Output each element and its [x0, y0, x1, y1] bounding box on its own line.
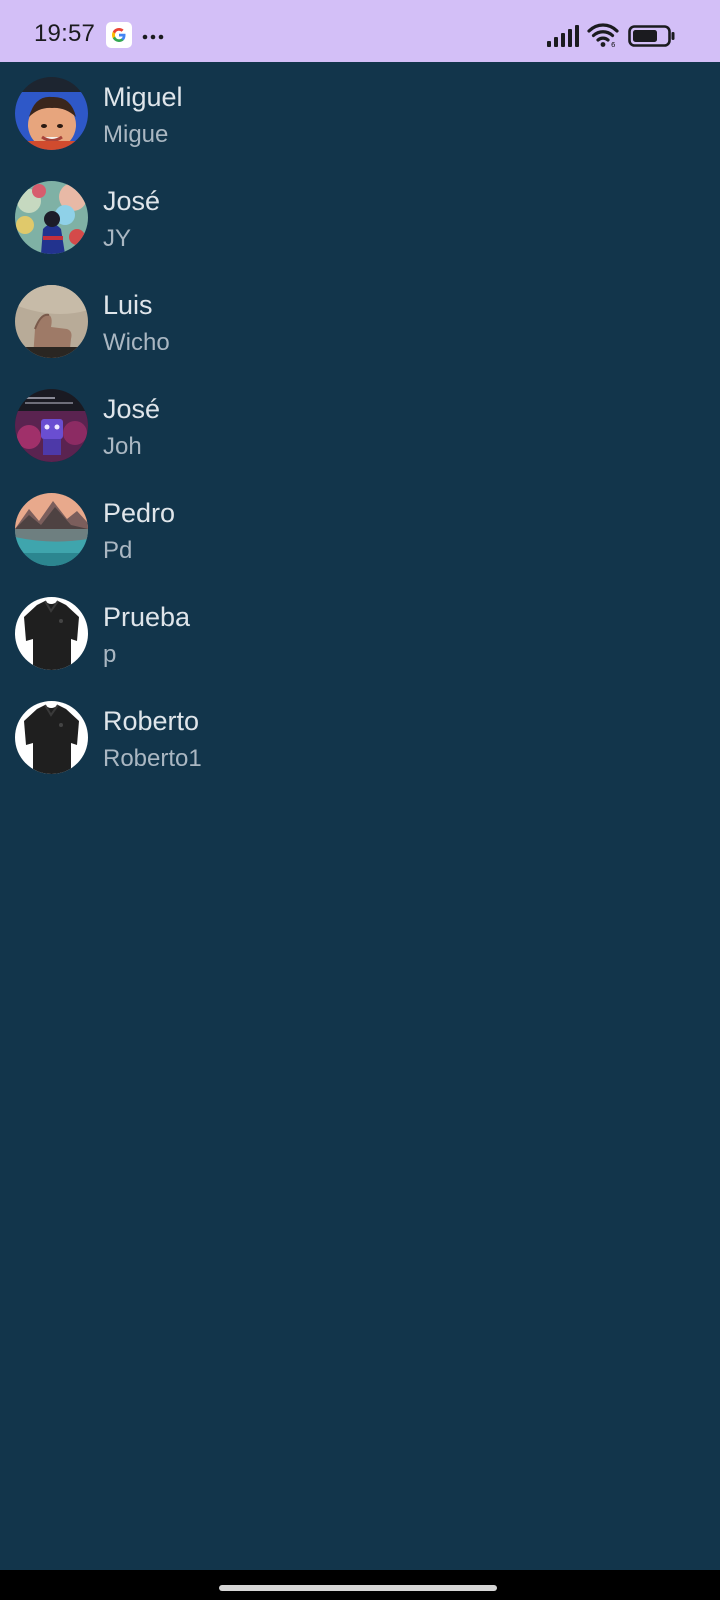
contact-username: Roberto1: [103, 745, 202, 772]
contact-list: Miguel Migue José JY Luis Wicho José Joh…: [0, 76, 720, 804]
avatar: [15, 701, 88, 774]
avatar: [15, 493, 88, 566]
wifi-icon: 6: [587, 22, 619, 53]
svg-text:6: 6: [611, 41, 616, 48]
avatar: [15, 285, 88, 358]
status-time: 19:57: [34, 20, 96, 47]
battery-icon: [628, 25, 676, 52]
avatar: [15, 77, 88, 150]
contact-name: José: [103, 394, 161, 424]
contact-name: Luis: [103, 290, 153, 320]
list-item[interactable]: José Joh: [0, 388, 720, 492]
status-bar: 19:57 6: [0, 0, 720, 62]
contact-name: José: [103, 186, 161, 216]
contact-username: p: [103, 641, 117, 668]
list-item[interactable]: Roberto Roberto1: [0, 700, 720, 804]
avatar: [15, 181, 88, 254]
avatar: [15, 389, 88, 462]
list-item[interactable]: José JY: [0, 180, 720, 284]
contact-username: Wicho: [103, 329, 170, 356]
home-indicator[interactable]: [219, 1585, 497, 1591]
contact-name: Roberto: [103, 706, 200, 736]
list-item[interactable]: Miguel Migue: [0, 76, 720, 180]
more-notifications-icon: [142, 25, 164, 43]
list-item[interactable]: Prueba p: [0, 596, 720, 700]
avatar: [15, 597, 88, 670]
screen: 19:57 6 Miguel Migue José JY Luis Wicho …: [0, 0, 720, 1600]
list-item[interactable]: Luis Wicho: [0, 284, 720, 388]
signal-icon: [546, 24, 580, 53]
google-icon: [106, 22, 132, 48]
navigation-bar: [0, 1570, 720, 1600]
contact-username: JY: [103, 225, 132, 252]
list-item[interactable]: Pedro Pd: [0, 492, 720, 596]
contact-username: Joh: [103, 433, 142, 460]
contact-name: Miguel: [103, 82, 183, 112]
contact-name: Pedro: [103, 498, 176, 528]
contact-name: Prueba: [103, 602, 191, 632]
contact-username: Pd: [103, 537, 133, 564]
contact-username: Migue: [103, 121, 169, 148]
